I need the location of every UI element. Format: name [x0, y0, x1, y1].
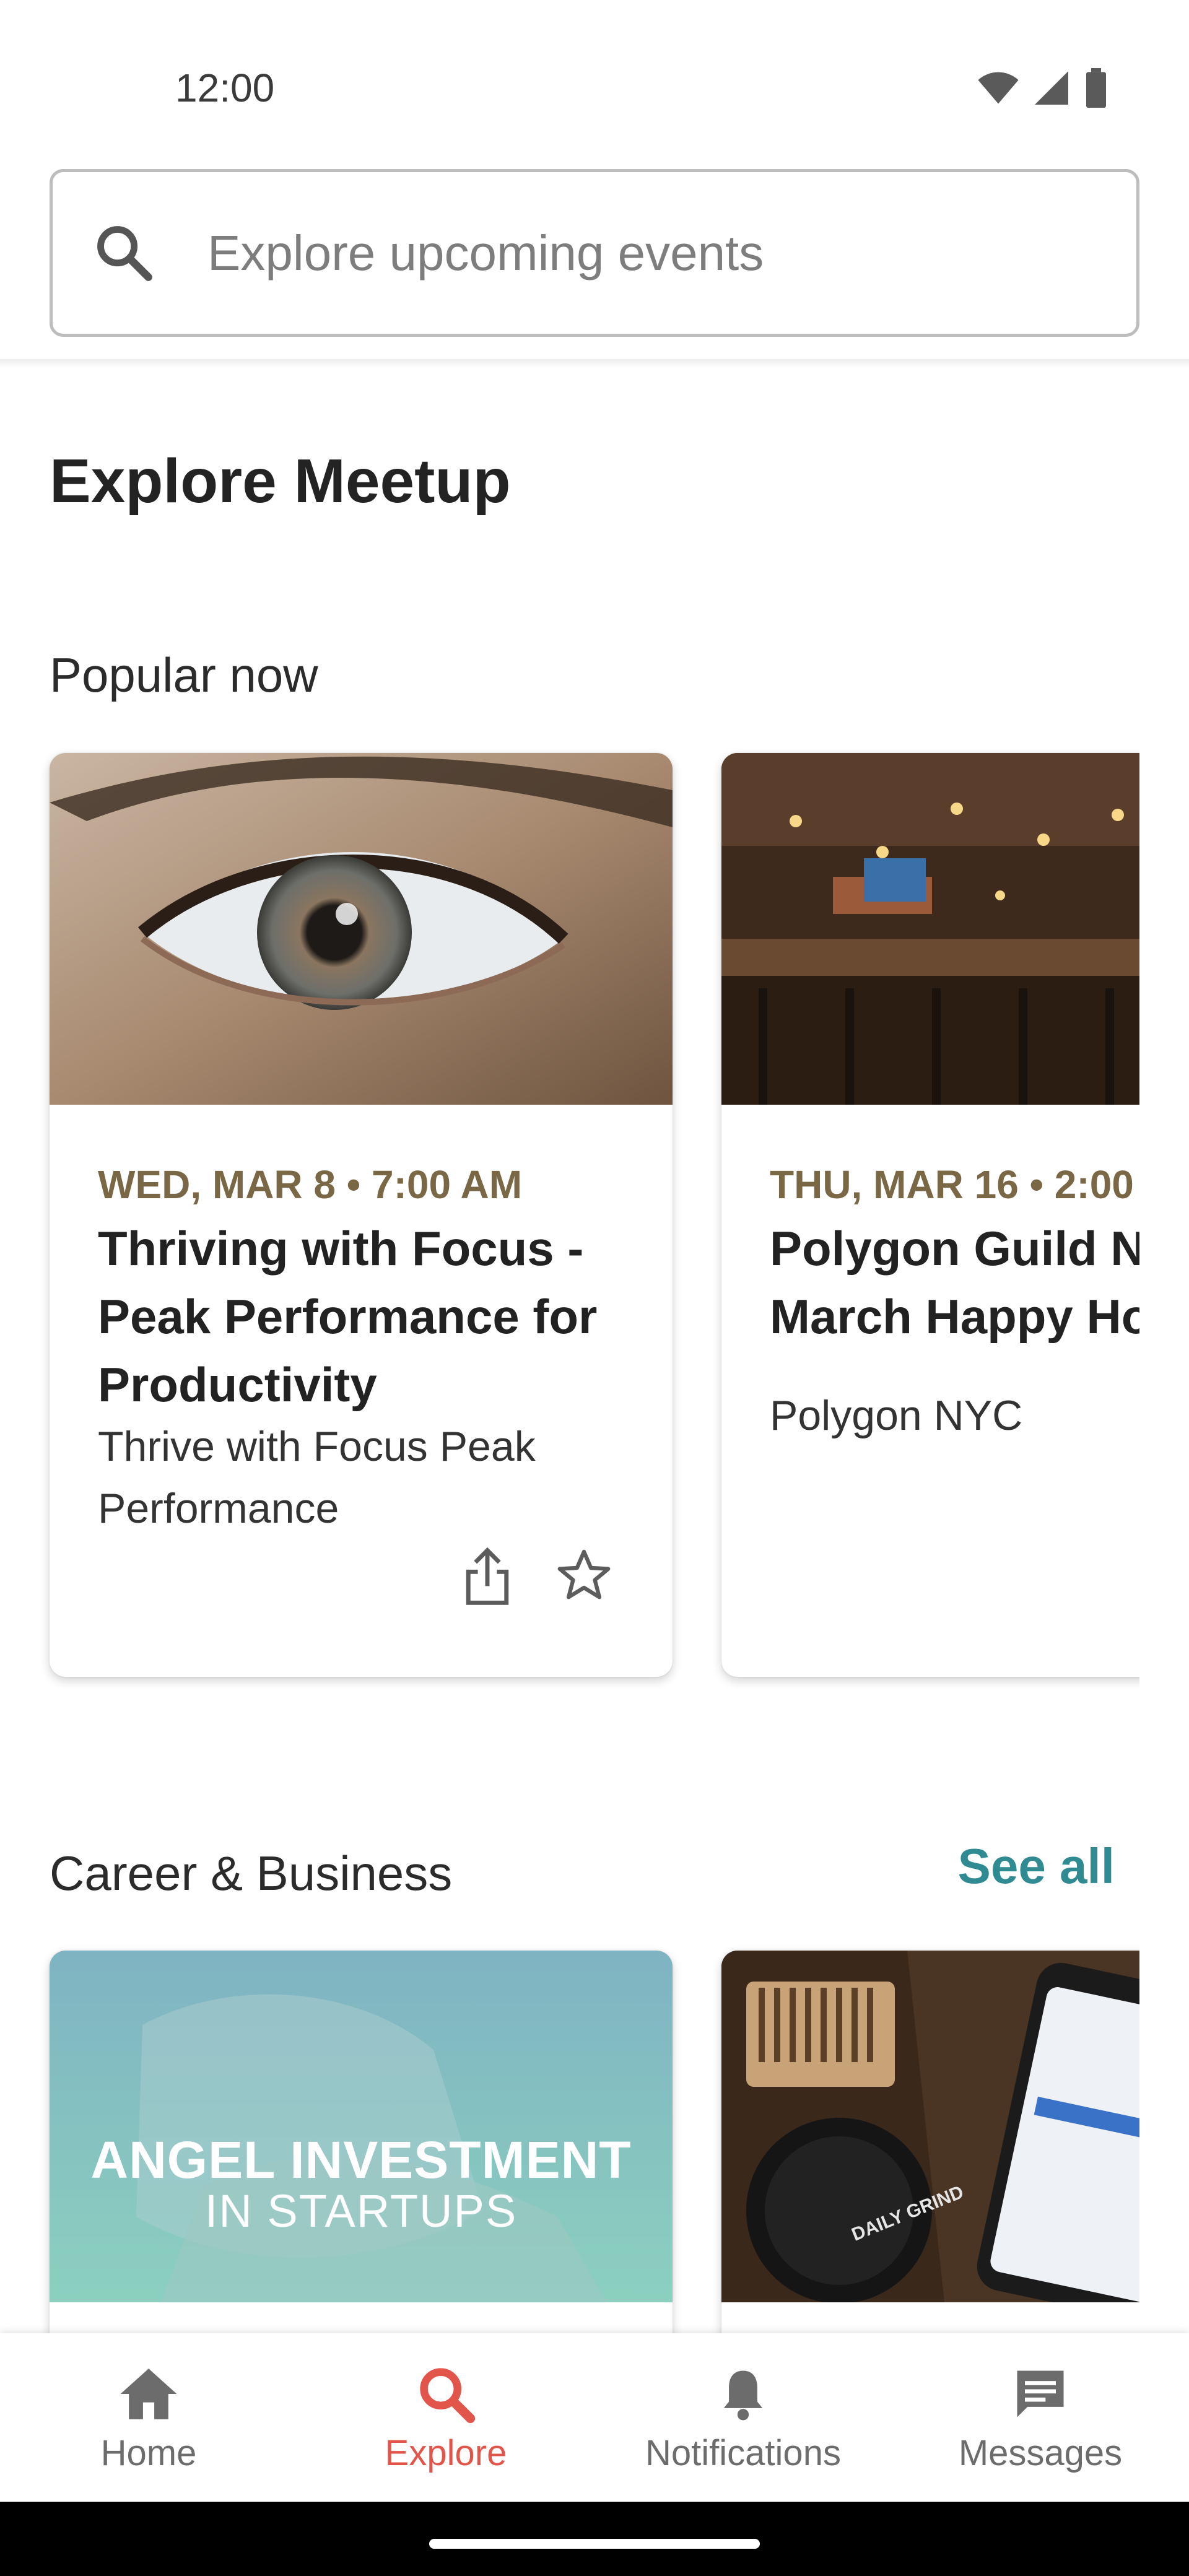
search-icon [97, 226, 152, 281]
nav-home[interactable]: Home [0, 2333, 297, 2502]
image-caption-line1: ANGEL INVESTMENT [90, 2131, 632, 2189]
event-image [50, 1951, 673, 2302]
nav-label: Home [100, 2433, 197, 2473]
event-image [721, 1951, 1139, 2302]
event-image [50, 753, 673, 1105]
nav-label: Explore [385, 2433, 507, 2473]
bell-icon [723, 2370, 763, 2421]
wifi-icon [978, 72, 1019, 104]
nav-notifications[interactable]: Notifications [594, 2333, 892, 2502]
nav-explore[interactable]: Explore [297, 2333, 594, 2502]
cards-viewport: WED, MAR 8 • 7:00 AM Thriving with Focus… [0, 0, 1139, 2576]
nav-label: Notifications [645, 2433, 841, 2473]
search-input[interactable] [207, 172, 1105, 334]
event-date: THU, MAR 16 • 2:00 [770, 1162, 1134, 1207]
signal-icon [1035, 71, 1068, 105]
event-card[interactable]: THU, MAR 16 • 2:00 Polygon Guild NYC Mar… [721, 753, 1139, 1677]
event-title: Thriving with Focus - Peak Performance f… [98, 1221, 598, 1412]
section-title-popular: Popular now [50, 648, 318, 702]
image-caption-line2: IN STARTUPS [204, 2185, 518, 2237]
nav-messages[interactable]: Messages [892, 2333, 1189, 2502]
event-actions [458, 1546, 614, 1608]
section-title-career: Career & Business [50, 1846, 453, 1900]
bottom-nav: Home Explore Notifications Messages [0, 2333, 1189, 2502]
home-icon [120, 2369, 177, 2419]
status-icons [977, 68, 1108, 108]
home-gesture-handle[interactable] [429, 2539, 760, 2549]
event-title: Polygon Guild NYC March Happy Hour [770, 1221, 1139, 1344]
event-date: WED, MAR 8 • 7:00 AM [98, 1162, 522, 1207]
page-title: Explore Meetup [50, 446, 511, 516]
status-time: 12:00 [175, 66, 275, 110]
star-icon[interactable] [554, 1546, 614, 1605]
event-group: Thrive with Focus Peak Performance [98, 1423, 536, 1532]
event-image [721, 753, 1139, 1105]
search-icon [420, 2368, 476, 2424]
status-bar: 12:00 [0, 0, 1189, 167]
event-card[interactable]: WED, MAR 8 • 7:00 AM Thriving with Focus… [50, 753, 673, 1677]
see-all-link[interactable]: See all [957, 1838, 1115, 1895]
message-icon [1017, 2370, 1064, 2417]
share-icon[interactable] [458, 1546, 517, 1608]
battery-icon [1086, 68, 1106, 108]
search-box[interactable] [50, 169, 1139, 337]
nav-label: Messages [958, 2433, 1123, 2473]
header-divider [0, 359, 1189, 368]
event-group: Polygon NYC [770, 1392, 1023, 1439]
